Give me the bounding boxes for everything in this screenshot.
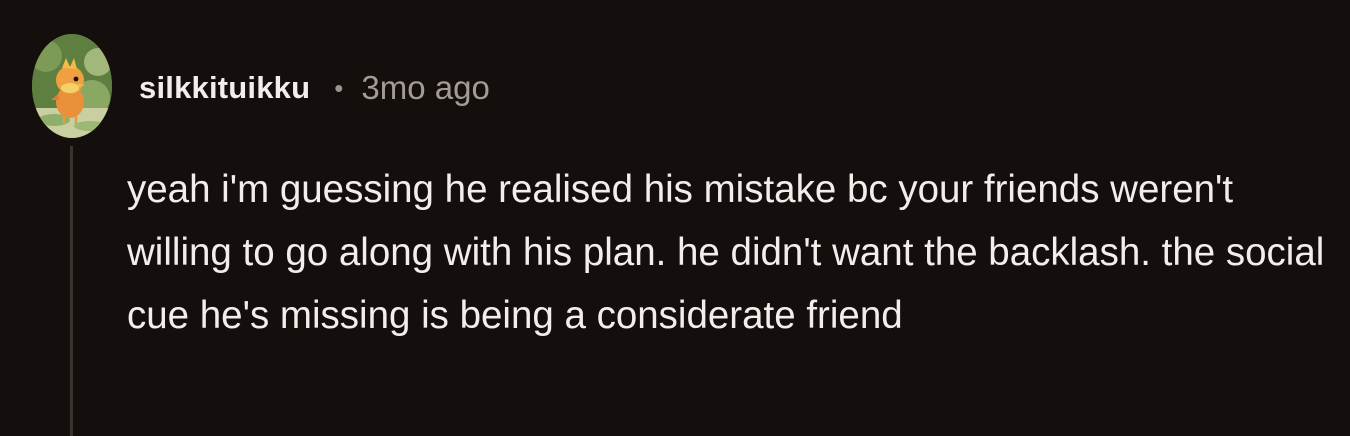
comment-meta: silkkituikku • 3mo ago: [139, 66, 490, 110]
avatar[interactable]: [32, 34, 112, 138]
username-link[interactable]: silkkituikku: [139, 70, 310, 106]
comment: silkkituikku • 3mo ago yeah i'm guessing…: [0, 0, 1350, 436]
comment-body: yeah i'm guessing he realised his mistak…: [127, 168, 1325, 337]
thread-line[interactable]: [70, 146, 73, 436]
torchic-avatar-icon: [32, 34, 112, 138]
meta-separator: •: [334, 72, 344, 103]
comment-timestamp[interactable]: 3mo ago: [361, 69, 489, 107]
